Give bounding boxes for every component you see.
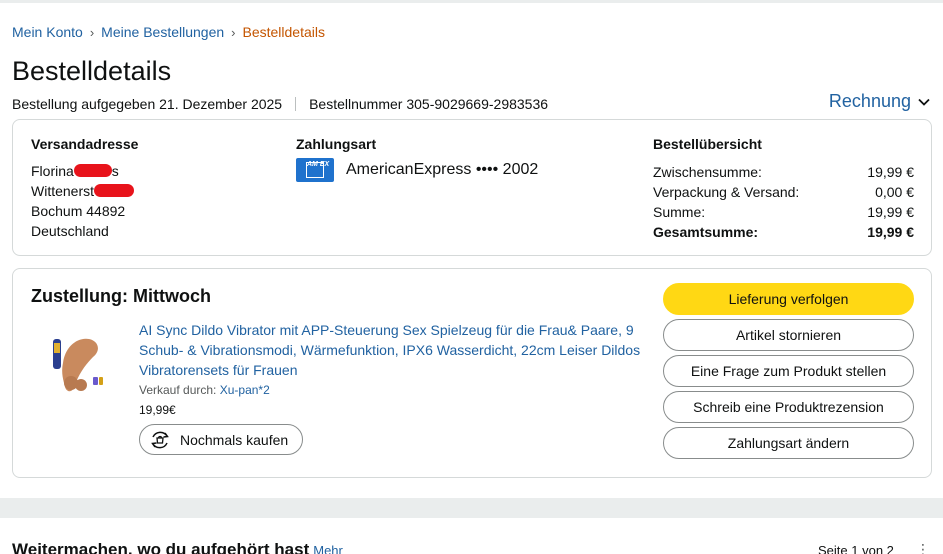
- product-image[interactable]: [49, 333, 105, 397]
- seller-info: Verkauf durch: Xu-pan*2: [139, 383, 270, 397]
- address-country: Deutschland: [31, 223, 109, 239]
- delivery-title: Zustellung: Mittwoch: [31, 286, 211, 306]
- totals-table: Zwischensumme: 19,99 € Verpackung & Versa…: [653, 162, 914, 242]
- breadcrumb-separator: ›: [231, 25, 236, 40]
- address-city: Bochum 44892: [31, 203, 126, 219]
- breadcrumb: Mein Konto › Meine Bestellungen › Bestelldet…: [12, 24, 325, 40]
- continue-section-header: Weitermachen, wo du aufgehört hast Mehr: [12, 540, 343, 554]
- buy-again-label: Nochmals kaufen: [180, 431, 289, 448]
- breadcrumb-my-account[interactable]: Mein Konto: [12, 24, 83, 40]
- order-summary-card: Versandadresse Florina s Wittenerst Bochu…: [12, 119, 932, 256]
- order-date: Bestellung aufgegeben 21. Dezember 2025: [12, 96, 283, 112]
- address-name: Florina s: [31, 163, 119, 179]
- continue-more-link[interactable]: Mehr: [313, 543, 343, 554]
- more-options-icon[interactable]: ⋮: [916, 541, 930, 554]
- redaction-mark: [73, 164, 112, 177]
- product-title-link[interactable]: AI Sync Dildo Vibrator mit APP-Steuerung…: [139, 320, 649, 380]
- page-title: Bestelldetails: [12, 56, 172, 86]
- breadcrumb-separator: ›: [89, 25, 95, 40]
- amex-card-icon: AM EX: [296, 158, 334, 182]
- carousel-pager: Seite 1 von 2: [818, 543, 894, 554]
- cancel-item-button[interactable]: Artikel stornieren: [663, 319, 914, 351]
- delivery-card: Zustellung: Mittwoch AI Sync Dildo Vibra…: [12, 268, 932, 478]
- ask-product-question-button[interactable]: Eine Frage zum Produkt stellen: [663, 355, 914, 387]
- continue-title: Weitermachen, wo du aufgehört hast: [12, 540, 310, 554]
- order-totals: Bestellübersicht Zwischensumme: 19,99 € V…: [653, 136, 914, 242]
- track-package-button[interactable]: Lieferung verfolgen: [663, 283, 914, 315]
- change-payment-button[interactable]: Zahlungsart ändern: [663, 427, 914, 459]
- breadcrumb-current: Bestelldetails: [242, 24, 326, 40]
- order-meta: Bestellung aufgegeben 21. Dezember 2025 B…: [12, 96, 548, 112]
- seller-link[interactable]: Xu-pan*2: [220, 383, 270, 397]
- redaction-mark: [94, 184, 135, 197]
- payment-method: Zahlungsart AM EX AmericanExpress •••• 2…: [296, 136, 538, 182]
- payment-heading: Zahlungsart: [296, 136, 377, 152]
- breadcrumb-my-orders[interactable]: Meine Bestellungen: [101, 24, 224, 40]
- grand-total-row: Gesamtsumme: 19,99 €: [653, 224, 914, 240]
- invoice-dropdown[interactable]: Rechnung: [829, 91, 931, 112]
- address-street: Wittenerst: [31, 181, 138, 201]
- totals-row: Verpackung & Versand: 0,00 €: [653, 184, 914, 200]
- section-separator: [0, 498, 943, 518]
- top-divider: [0, 0, 943, 3]
- order-actions: Lieferung verfolgen Artikel stornieren E…: [663, 283, 914, 463]
- payment-card-label: AmericanExpress •••• 2002: [346, 161, 539, 178]
- product-price: 19,99€: [139, 403, 176, 417]
- shipping-address: Versandadresse Florina s Wittenerst Bochu…: [31, 136, 138, 241]
- meta-divider: [295, 97, 297, 111]
- invoice-label: Rechnung: [828, 91, 911, 111]
- shipping-heading: Versandadresse: [31, 136, 139, 152]
- summary-heading: Bestellübersicht: [653, 136, 762, 152]
- totals-row: Summe: 19,99 €: [653, 204, 914, 220]
- buy-again-icon: [151, 431, 169, 448]
- seller-prefix: Verkauf durch:: [139, 383, 217, 397]
- totals-row: Zwischensumme: 19,99 €: [653, 164, 914, 180]
- buy-again-button[interactable]: Nochmals kaufen: [139, 424, 303, 455]
- chevron-down-icon: [918, 98, 930, 106]
- order-number: Bestellnummer 305-9029669-2983536: [309, 96, 549, 112]
- write-review-button[interactable]: Schreib eine Produktrezension: [663, 391, 914, 423]
